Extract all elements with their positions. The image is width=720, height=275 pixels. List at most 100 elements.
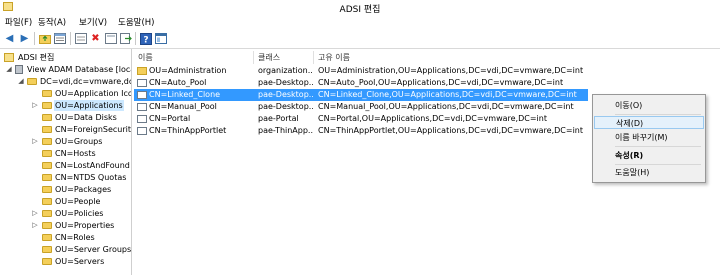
delete-icon[interactable]: ✖ bbox=[89, 32, 102, 45]
column-divider[interactable] bbox=[253, 51, 254, 64]
expand-arrow-icon[interactable]: ▷ bbox=[31, 220, 39, 231]
tree-root-label: ADSI 편집 bbox=[18, 53, 55, 62]
menu-separator bbox=[615, 146, 701, 147]
folder-icon bbox=[42, 258, 52, 265]
svg-text:?: ? bbox=[143, 35, 148, 45]
table-row[interactable]: OU=Administration organization... OU=Adm… bbox=[134, 65, 588, 77]
menu-item-label: 도움말(H) bbox=[615, 168, 650, 177]
menu-item-move[interactable]: 이동(O) bbox=[594, 99, 704, 112]
expand-arrow-icon[interactable]: ▷ bbox=[31, 208, 39, 219]
folder-icon bbox=[42, 102, 52, 109]
table-row[interactable]: CN=Portal pae-Portal CN=Portal,OU=Applic… bbox=[134, 113, 588, 125]
column-divider[interactable] bbox=[313, 51, 314, 64]
menu-item-help[interactable]: 도움말(H) bbox=[594, 166, 704, 179]
context-menu: 이동(O) 삭제(D) 이름 바꾸기(M) 속성(R) 도움말(H) bbox=[592, 94, 706, 183]
menu-item-label: 삭제(D) bbox=[616, 119, 644, 128]
expand-arrow-icon[interactable]: ▷ bbox=[31, 100, 39, 111]
object-icon bbox=[137, 91, 147, 99]
export-icon[interactable] bbox=[119, 32, 132, 45]
tree-server-label: View ADAM Database [local bbox=[27, 65, 132, 74]
folder-icon bbox=[42, 114, 52, 121]
show-pane-icon[interactable] bbox=[154, 32, 167, 45]
tree-item-label: OU=Groups bbox=[55, 137, 103, 146]
cell-dn: CN=Auto_Pool,OU=Applications,DC=vdi,DC=v… bbox=[318, 78, 564, 87]
tree-item-label: OU=Data Disks bbox=[55, 113, 117, 122]
toolbar: ◀ ▶ ✖ ? bbox=[0, 29, 720, 49]
cell-name: CN=Auto_Pool bbox=[149, 78, 207, 87]
tree-item-label: CN=NTDS Quotas bbox=[55, 173, 127, 182]
folder-icon bbox=[42, 150, 52, 157]
adsi-root-icon bbox=[4, 53, 14, 62]
menu-action[interactable]: 동작(A) bbox=[36, 16, 68, 28]
folder-icon bbox=[42, 210, 52, 217]
menu-separator bbox=[615, 164, 701, 165]
column-header-name[interactable]: 이름 bbox=[138, 52, 153, 64]
tree-item-label: CN=Roles bbox=[55, 233, 95, 242]
table-row[interactable]: CN=Auto_Pool pae-Desktop... CN=Auto_Pool… bbox=[134, 77, 588, 89]
back-icon[interactable]: ◀ bbox=[3, 32, 16, 45]
table-row[interactable]: CN=ThinAppPortlet pae-ThinApp... CN=Thin… bbox=[134, 125, 588, 137]
menu-file[interactable]: 파일(F) bbox=[3, 16, 34, 28]
cell-class: pae-Portal bbox=[258, 114, 299, 123]
menu-item-rename[interactable]: 이름 바꾸기(M) bbox=[594, 131, 704, 144]
folder-icon bbox=[27, 78, 37, 85]
table-row[interactable]: CN=Manual_Pool pae-Desktop... CN=Manual_… bbox=[134, 101, 588, 113]
tree-item-label: OU=Servers bbox=[55, 257, 105, 266]
expand-arrow-icon[interactable]: ▷ bbox=[31, 136, 39, 147]
cell-class: pae-ThinApp... bbox=[258, 126, 313, 135]
column-header-dn[interactable]: 고유 이름 bbox=[318, 52, 350, 64]
collapse-arrow-icon[interactable]: ◢ bbox=[5, 64, 13, 75]
toolbar-separator bbox=[135, 32, 136, 45]
tree-item-label: OU=Server Groups bbox=[55, 245, 132, 254]
cell-dn: CN=Portal,OU=Applications,DC=vdi,DC=vmwa… bbox=[318, 114, 547, 123]
tree-item-label: OU=Packages bbox=[55, 185, 112, 194]
toolbar-separator bbox=[34, 32, 35, 45]
column-header-class[interactable]: 클래스 bbox=[258, 52, 280, 64]
folder-icon bbox=[42, 222, 52, 229]
menu-separator bbox=[615, 114, 701, 115]
folder-icon bbox=[42, 234, 52, 241]
folder-icon bbox=[42, 174, 52, 181]
cell-dn: OU=Administration,OU=Applications,DC=vdi… bbox=[318, 66, 584, 75]
menu-item-label: 이름 바꾸기(M) bbox=[615, 133, 668, 142]
menu-view[interactable]: 보기(V) bbox=[77, 16, 109, 28]
menu-item-label: 속성(R) bbox=[615, 151, 644, 160]
menu-item-properties[interactable]: 속성(R) bbox=[594, 149, 704, 162]
menu-item-delete[interactable]: 삭제(D) bbox=[594, 116, 704, 129]
cell-dn: CN=Linked_Clone,OU=Applications,DC=vdi,D… bbox=[318, 90, 577, 99]
cell-name: OU=Administration bbox=[149, 66, 227, 75]
collapse-arrow-icon[interactable]: ◢ bbox=[17, 76, 25, 87]
cell-name: CN=Linked_Clone bbox=[149, 90, 221, 99]
menu-item-label: 이동(O) bbox=[615, 101, 643, 110]
folder-icon bbox=[42, 90, 52, 97]
folder-icon bbox=[42, 126, 52, 133]
folder-icon bbox=[42, 246, 52, 253]
table-row-selected[interactable]: CN=Linked_Clone pae-Desktop... CN=Linked… bbox=[134, 89, 588, 101]
folder-icon bbox=[42, 138, 52, 145]
menu-bar: 파일(F) 동작(A) 보기(V) 도움말(H) bbox=[0, 14, 720, 29]
server-icon bbox=[15, 65, 23, 74]
object-icon bbox=[137, 79, 147, 87]
cell-name: CN=Portal bbox=[149, 114, 191, 123]
cut-icon[interactable] bbox=[74, 32, 87, 45]
tree-item-label: CN=Hosts bbox=[55, 149, 96, 158]
help-icon[interactable]: ? bbox=[139, 32, 152, 45]
folder-icon bbox=[42, 162, 52, 169]
up-folder-icon[interactable] bbox=[38, 32, 51, 45]
menu-help[interactable]: 도움말(H) bbox=[116, 16, 156, 28]
properties-pane-icon[interactable] bbox=[53, 32, 66, 45]
object-icon bbox=[137, 103, 147, 111]
tree-item-label: CN=ForeignSecurityP bbox=[55, 125, 132, 134]
object-icon bbox=[137, 115, 147, 123]
cell-dn: CN=ThinAppPortlet,OU=Applications,DC=vdi… bbox=[318, 126, 584, 135]
tree-item-label: OU=Application Icon bbox=[55, 89, 132, 98]
cell-class: pae-Desktop... bbox=[258, 78, 313, 87]
cell-name: CN=Manual_Pool bbox=[149, 102, 217, 111]
cell-name: CN=ThinAppPortlet bbox=[149, 126, 227, 135]
tree-item-label: OU=People bbox=[55, 197, 101, 206]
folder-icon bbox=[42, 198, 52, 205]
refresh-icon[interactable] bbox=[104, 32, 117, 45]
tree-domain-label: DC=vdi,dc=vmware,dc= bbox=[40, 77, 132, 86]
forward-icon[interactable]: ▶ bbox=[18, 32, 31, 45]
tree-item-label: OU=Applications bbox=[54, 100, 124, 111]
